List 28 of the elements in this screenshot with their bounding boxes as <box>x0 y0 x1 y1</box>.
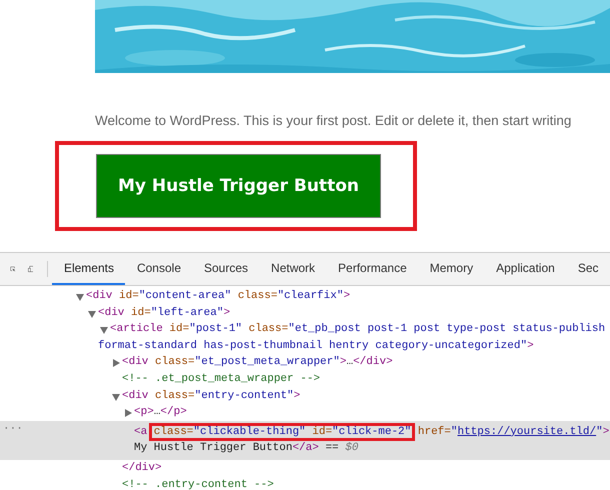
code-line: My Hustle Trigger Button</a> == $0 <box>134 441 358 456</box>
trigger-button[interactable]: My Hustle Trigger Button <box>96 154 381 218</box>
devtools-tab[interactable]: Elements <box>52 253 126 285</box>
devtools-tab[interactable]: Memory <box>418 253 485 285</box>
code-line: <div id="left-area"> <box>98 306 230 321</box>
expand-arrow-icon[interactable] <box>113 359 120 368</box>
code-line: <!-- .entry-content --> <box>122 478 274 490</box>
code-line: </div> <box>122 460 162 476</box>
code-line: <p>…</p> <box>134 405 187 420</box>
devtools-tab[interactable]: Sec <box>566 253 610 285</box>
collapse-arrow-icon[interactable] <box>88 310 96 318</box>
devtools-tab[interactable]: Sources <box>192 253 260 285</box>
devtools-tab[interactable]: Performance <box>326 253 418 285</box>
code-line: <article id="post-1" class="et_pb_post post-1 post type-post status-publish <box>110 322 606 338</box>
code-line: <div class="et_post_meta_wrapper">…</div> <box>122 355 393 370</box>
code-line: <!-- .et_post_meta_wrapper --> <box>122 372 320 387</box>
collapse-arrow-icon[interactable] <box>76 294 84 301</box>
code-line: format-standard has-post-thumbnail hentry category-uncategorized"> <box>98 338 534 354</box>
code-line: <div class="entry-content"> <box>122 388 300 404</box>
code-line: <div id="content-area" class="clearfix"> <box>86 289 350 304</box>
post-paragraph: Welcome to WordPress. This is your first post. Edit or delete it, then start writing <box>95 113 572 128</box>
devtools-tab[interactable]: Console <box>125 253 192 285</box>
code-line: <a class="clickable-thing" id="click-me-2" href="https://yoursite.tld/"> <box>134 424 610 440</box>
devtools-tab[interactable]: Network <box>260 253 327 285</box>
devtools-tab[interactable]: Application <box>484 253 566 285</box>
selected-row[interactable]: ··· <a class="clickable-thing" id="click-me-2" href="https://yoursite.tld/"> My Hustle Trigger Button</a> == $0 <box>0 420 610 460</box>
collapse-arrow-icon[interactable] <box>100 327 108 334</box>
collapse-arrow-icon[interactable] <box>112 394 120 401</box>
